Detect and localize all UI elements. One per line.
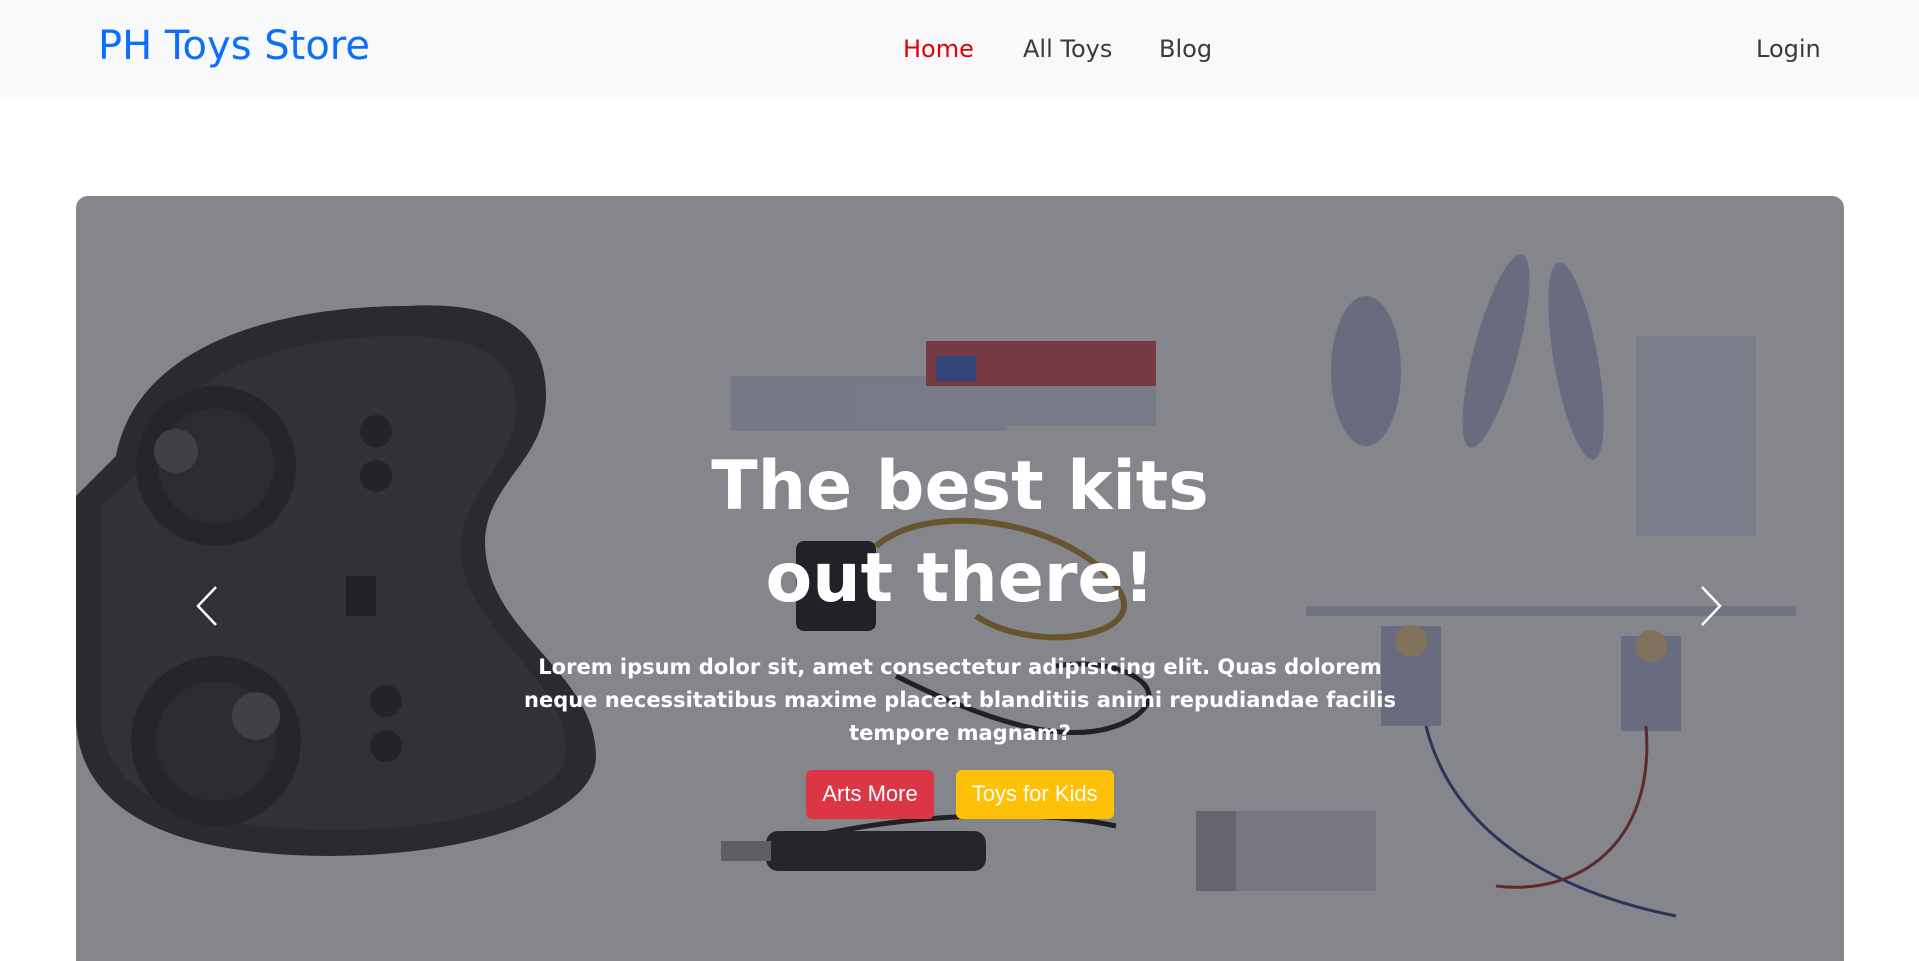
hero-carousel: The best kits out there! Lorem ipsum dol… — [76, 196, 1844, 961]
chevron-left-icon — [196, 586, 217, 626]
carousel-prev-button[interactable] — [188, 581, 228, 631]
nav-link-blog[interactable]: Blog — [1159, 33, 1212, 65]
chevron-right-icon — [1701, 586, 1722, 626]
navbar: PH Toys Store Home All Toys Blog Login — [0, 0, 1919, 99]
toys-for-kids-button[interactable]: Toys for Kids — [955, 770, 1114, 819]
nav-link-home[interactable]: Home — [903, 33, 974, 65]
hero-caption: The best kits out there! Lorem ipsum dol… — [500, 441, 1420, 819]
carousel-next-button[interactable] — [1690, 581, 1730, 631]
nav-link-all-toys[interactable]: All Toys — [1023, 33, 1112, 65]
hero-subtext: Lorem ipsum dolor sit, amet consectetur … — [524, 655, 1396, 745]
arts-more-button[interactable]: Arts More — [806, 770, 934, 819]
hero-headline: The best kits out there! — [711, 447, 1209, 618]
hero-buttons: Arts More Toys for Kids — [500, 770, 1420, 819]
login-link[interactable]: Login — [1756, 33, 1821, 65]
main-nav: Home All Toys Blog Login — [0, 0, 1919, 99]
